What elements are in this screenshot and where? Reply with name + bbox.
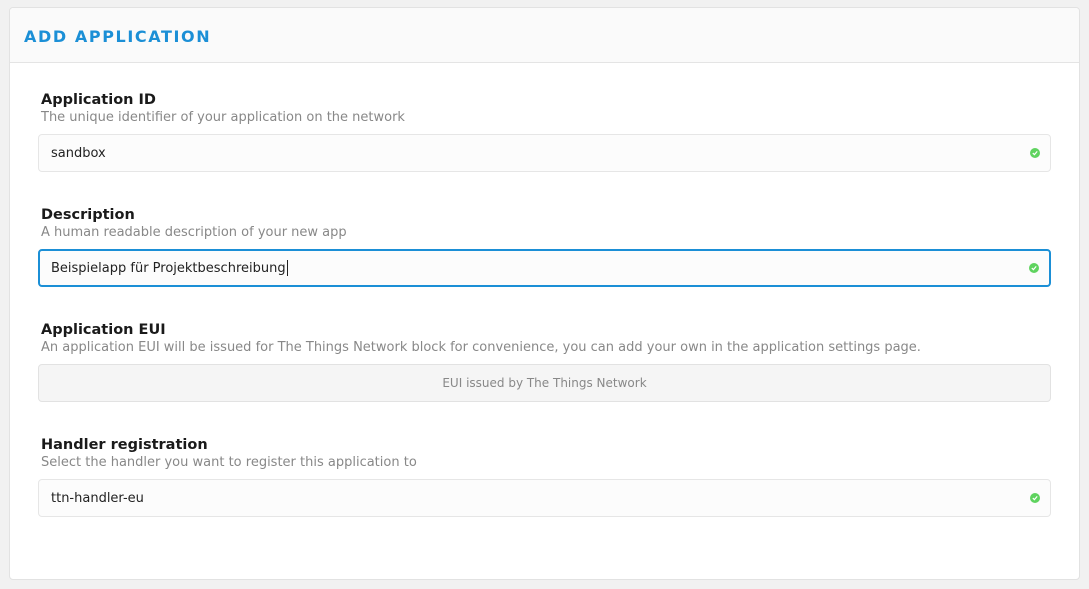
handler-registration-label: Handler registration [41,437,208,453]
application-eui-input: EUI issued by The Things Network [38,364,1051,402]
card-header: ADD APPLICATION [10,8,1079,63]
application-eui-description: An application EUI will be issued for Th… [41,340,921,355]
handler-registration-field: Handler registration Select the handler … [38,436,1051,517]
description-field: Description A human readable description… [38,206,1051,287]
application-id-description: The unique identifier of your applicatio… [41,110,405,125]
check-circle-icon [1030,493,1040,503]
application-id-value: sandbox [51,145,106,161]
text-caret [286,260,288,276]
check-circle-icon [1030,148,1040,158]
application-id-field: Application ID The unique identifier of … [38,91,1051,172]
handler-registration-description: Select the handler you want to register … [41,455,417,470]
application-id-label: Application ID [41,92,156,108]
page-title: ADD APPLICATION [24,27,212,46]
handler-select-value: ttn-handler-eu [51,490,144,506]
description-value: Beispielapp für Projektbeschreibung [51,260,286,276]
description-label: Description [41,207,135,223]
handler-select[interactable]: ttn-handler-eu [38,479,1051,517]
application-eui-label: Application EUI [41,322,166,338]
check-circle-icon [1029,263,1039,273]
description-input[interactable]: Beispielapp für Projektbeschreibung [38,249,1051,287]
application-id-input[interactable]: sandbox [38,134,1051,172]
application-eui-placeholder: EUI issued by The Things Network [442,376,647,390]
application-eui-field: Application EUI An application EUI will … [38,321,1051,402]
add-application-card: ADD APPLICATION Application ID The uniqu… [9,7,1080,580]
description-description: A human readable description of your new… [41,225,347,240]
